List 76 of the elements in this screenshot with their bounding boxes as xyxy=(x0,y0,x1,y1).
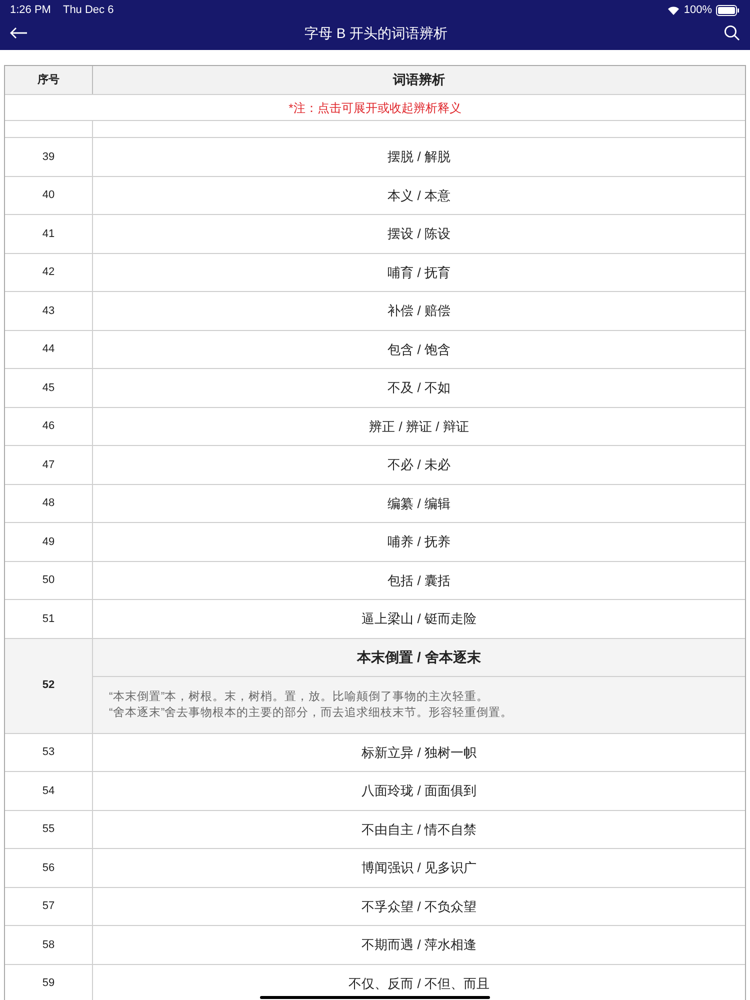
battery-percent: 100% xyxy=(684,2,712,18)
battery-icon xyxy=(716,4,740,16)
row-number: 56 xyxy=(42,860,55,876)
term-pair-row[interactable]: 不及 / 不如 xyxy=(93,369,745,406)
term-pair-row[interactable]: 哺育 / 抚育 xyxy=(93,254,745,291)
term-pair: 包括 / 囊括 xyxy=(388,572,450,590)
term-pair-row[interactable]: 补偿 / 赔偿 xyxy=(93,292,745,330)
term-pair: 不期而遇 / 萍水相逢 xyxy=(362,936,476,954)
term-pair: 摆设 / 陈设 xyxy=(388,225,450,243)
status-time: 1:26 PM xyxy=(10,2,51,18)
row-number: 59 xyxy=(42,976,55,991)
term-pair-row[interactable]: 标新立异 / 独树一帜 xyxy=(93,734,745,771)
wifi-icon xyxy=(666,5,680,15)
term-pair-row[interactable]: 博闻强识 / 见多识广 xyxy=(93,849,745,886)
row-number: 58 xyxy=(42,938,55,952)
row-number: 54 xyxy=(42,784,55,798)
row-number: 52 xyxy=(42,678,55,694)
term-pair: 编纂 / 编辑 xyxy=(388,494,450,512)
back-arrow-icon[interactable] xyxy=(10,27,28,39)
term-pair: 包含 / 饱含 xyxy=(388,340,450,358)
term-pair: 哺育 / 抚育 xyxy=(388,264,450,282)
row-number: 45 xyxy=(42,380,55,396)
page-title: 字母 B 开头的词语辨析 xyxy=(303,24,449,42)
row-number: 57 xyxy=(42,899,55,914)
term-pair-row[interactable]: 逼上梁山 / 铤而走险 xyxy=(93,600,745,638)
term-pair: 逼上梁山 / 铤而走险 xyxy=(362,610,476,628)
term-pair-row[interactable]: 摆脱 / 解脱 xyxy=(93,138,745,176)
row-number: 51 xyxy=(42,612,55,626)
term-pair: 博闻强识 / 见多识广 xyxy=(362,859,476,877)
row-number: 40 xyxy=(42,188,55,203)
term-pair: 不由自主 / 情不自禁 xyxy=(362,820,476,838)
term-pair-row[interactable]: 编纂 / 编辑 xyxy=(93,484,745,522)
term-pair: 哺养 / 抚养 xyxy=(388,533,450,551)
term-pair: 不孚众望 / 不负众望 xyxy=(362,898,476,916)
column-header: 序号 xyxy=(38,72,60,88)
hint-note: *注：点击可展开或收起辨析释义 xyxy=(288,100,462,116)
term-pair: 八面玲珑 / 面面俱到 xyxy=(362,782,476,800)
row-number: 48 xyxy=(42,496,55,511)
column-header: 词语辨析 xyxy=(393,71,445,90)
term-pair: 辨正 / 辨证 / 辩证 xyxy=(369,418,469,436)
explanation-text: “本末倒置”本，树根。末，树梢。置，放。比喻颠倒了事物的主次轻重。 xyxy=(109,689,490,704)
term-pair-row[interactable]: 摆设 / 陈设 xyxy=(93,215,745,252)
term-pair-row[interactable]: 不由自主 / 情不自禁 xyxy=(93,810,745,848)
term-pair: 不及 / 不如 xyxy=(388,379,450,397)
term-pair: 标新立异 / 独树一帜 xyxy=(362,744,476,762)
term-pair-row[interactable]: 哺养 / 抚养 xyxy=(93,523,745,560)
term-pair-row[interactable]: 不期而遇 / 萍水相逢 xyxy=(93,926,745,964)
term-pair: 不仅、反而 / 不但、而且 xyxy=(348,974,490,992)
term-pair-row[interactable]: 包含 / 饱含 xyxy=(93,330,745,368)
row-number: 53 xyxy=(42,745,55,760)
row-number: 55 xyxy=(42,822,55,837)
term-pair-row[interactable]: 不仅、反而 / 不但、而且 xyxy=(93,964,745,1000)
row-number: 49 xyxy=(42,534,55,550)
term-pair-row[interactable]: 不孚众望 / 不负众望 xyxy=(93,888,745,925)
status-date: Thu Dec 6 xyxy=(62,2,114,18)
search-icon[interactable] xyxy=(724,25,740,41)
row-number: 47 xyxy=(42,458,55,472)
row-number: 39 xyxy=(42,150,55,164)
row-number: 44 xyxy=(42,342,55,357)
term-pair-row[interactable]: 本义 / 本意 xyxy=(93,176,745,214)
term-pair-row[interactable]: 辨正 / 辨证 / 辩证 xyxy=(93,408,745,445)
term-pair: 本末倒置 / 舍本逐末 xyxy=(357,648,481,666)
row-number: 46 xyxy=(42,419,55,434)
term-pair: 本义 / 本意 xyxy=(388,186,450,204)
term-pair-row[interactable]: 八面玲珑 / 面面俱到 xyxy=(93,772,745,810)
term-pair-row[interactable]: 不必 / 未必 xyxy=(93,446,745,484)
explanation-text: “舍本逐末”舍去事物根本的主要的部分，而去追求细枝末节。形容轻重倒置。 xyxy=(109,705,514,720)
term-pair: 不必 / 未必 xyxy=(388,456,450,474)
term-pair: 补偿 / 赔偿 xyxy=(388,302,450,320)
row-number: 41 xyxy=(42,226,55,242)
row-number: 42 xyxy=(42,265,55,280)
term-pair-row[interactable]: 本末倒置 / 舍本逐末 xyxy=(93,638,745,676)
term-pair-row[interactable]: 包括 / 囊括 xyxy=(93,562,745,599)
row-number: 43 xyxy=(42,304,55,318)
term-pair: 摆脱 / 解脱 xyxy=(388,148,450,166)
row-number: 50 xyxy=(42,573,55,588)
